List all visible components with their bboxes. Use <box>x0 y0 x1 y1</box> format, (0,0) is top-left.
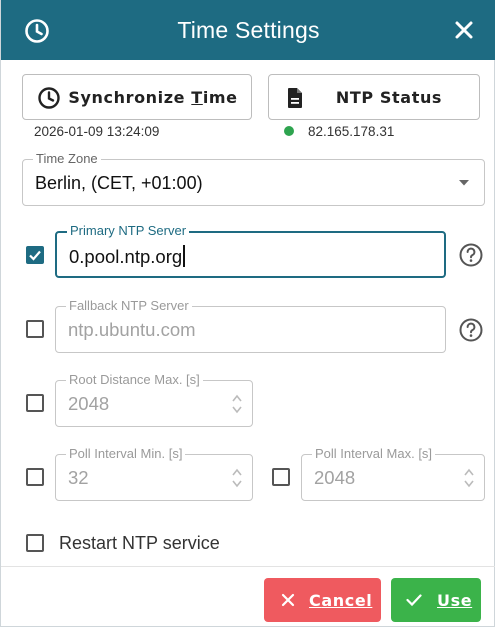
timezone-value: Berlin, (CET, +01:00) <box>35 173 203 193</box>
synchronize-time-button[interactable]: Synchronize Time <box>22 74 252 120</box>
fallback-ntp-value: ntp.ubuntu.com <box>68 319 196 340</box>
poll-min-input[interactable]: Poll Interval Min. [s] 32 <box>55 446 253 501</box>
help-icon[interactable] <box>458 317 484 343</box>
footer-divider <box>1 566 495 567</box>
root-distance-value: 2048 <box>68 393 110 414</box>
poll-max-value: 2048 <box>314 467 356 488</box>
close-icon <box>281 593 295 607</box>
poll-min-checkbox[interactable] <box>26 468 44 486</box>
last-sync-time: 2026-01-09 13:24:09 <box>34 124 160 139</box>
poll-max-checkbox[interactable] <box>272 468 290 486</box>
cancel-button[interactable]: Cancel <box>264 578 381 622</box>
ntp-status-label: NTP Status <box>335 87 443 107</box>
fallback-ntp-legend: Fallback NTP Server <box>66 298 192 314</box>
root-distance-input[interactable]: Root Distance Max. [s] 2048 <box>55 372 253 427</box>
spinner-icon[interactable] <box>462 465 476 491</box>
time-settings-dialog: Time Settings Synchronize Time 2026-01-0… <box>0 0 495 627</box>
use-label: Use <box>437 591 473 610</box>
root-distance-checkbox[interactable] <box>26 394 44 412</box>
use-button[interactable]: Use <box>391 578 481 622</box>
text-cursor <box>183 245 185 267</box>
primary-ntp-value: 0.pool.ntp.org <box>69 246 183 267</box>
dialog-title: Time Settings <box>177 17 320 43</box>
poll-max-input[interactable]: Poll Interval Max. [s] 2048 <box>301 446 485 501</box>
timezone-legend: Time Zone <box>33 151 101 167</box>
spinner-icon[interactable] <box>230 465 244 491</box>
chevron-down-icon <box>459 180 469 186</box>
timezone-select[interactable]: Time Zone Berlin, (CET, +01:00) <box>22 151 485 206</box>
cancel-label: Cancel <box>309 591 373 610</box>
close-icon[interactable] <box>450 16 478 44</box>
primary-ntp-value-wrap: 0.pool.ntp.org <box>69 245 185 268</box>
fallback-ntp-checkbox[interactable] <box>26 320 44 338</box>
primary-ntp-checkbox[interactable] <box>26 246 44 264</box>
fallback-ntp-input[interactable]: Fallback NTP Server ntp.ubuntu.com <box>55 298 446 353</box>
help-icon[interactable] <box>458 242 484 268</box>
poll-min-value: 32 <box>68 467 89 488</box>
ntp-server-address: 82.165.178.31 <box>308 124 395 139</box>
ntp-status-indicator <box>284 126 294 136</box>
dialog-titlebar: Time Settings <box>1 0 495 60</box>
spinner-icon[interactable] <box>230 391 244 417</box>
restart-ntp-label[interactable]: Restart NTP service <box>59 533 220 554</box>
checkmark-icon <box>29 250 41 261</box>
poll-min-legend: Poll Interval Min. [s] <box>66 446 186 462</box>
checkmark-icon <box>406 594 422 607</box>
restart-ntp-checkbox[interactable] <box>26 534 44 552</box>
primary-ntp-input[interactable]: Primary NTP Server 0.pool.ntp.org <box>55 223 446 278</box>
root-distance-legend: Root Distance Max. [s] <box>66 372 203 388</box>
synchronize-time-label: Synchronize Time <box>68 87 238 107</box>
poll-max-legend: Poll Interval Max. [s] <box>312 446 436 462</box>
ntp-status-button[interactable]: NTP Status <box>268 74 480 120</box>
primary-ntp-legend: Primary NTP Server <box>67 223 190 239</box>
